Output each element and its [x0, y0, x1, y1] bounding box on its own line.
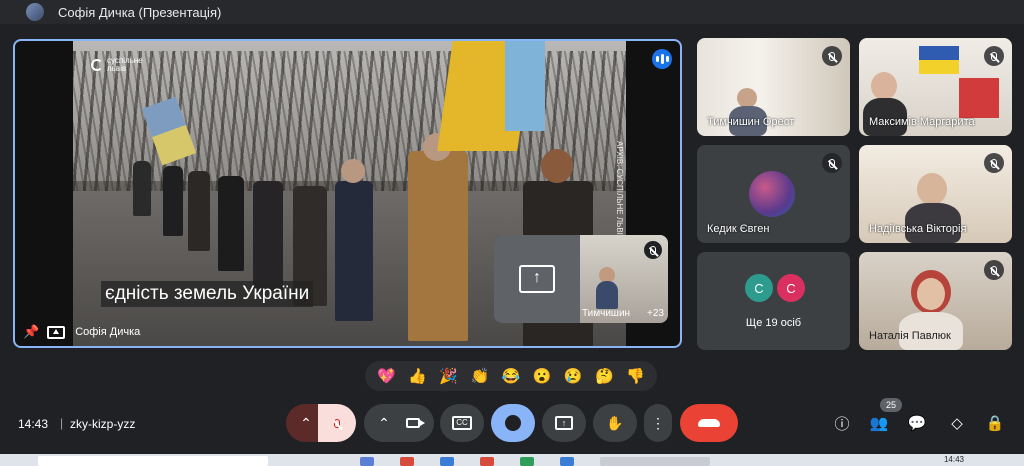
- ukrainian-flag-blue: [505, 41, 545, 131]
- captions-icon: CC: [452, 416, 472, 430]
- participant-avatar: С: [743, 272, 775, 304]
- lock-icon: 🔒: [985, 415, 1005, 432]
- participant-name: Тимчишин Орест: [707, 116, 795, 128]
- mic-off-icon: [644, 241, 662, 259]
- present-icon[interactable]: [47, 325, 66, 339]
- reactions-bar: 💖 👍 🎉 👏 😂 😮 😢 🤔 👎: [365, 361, 657, 391]
- speaking-indicator-icon: [652, 49, 672, 69]
- info-icon: ⓘ: [834, 415, 850, 433]
- bottom-bar: 14:43 | zky-kizp-yzz ⌃ ⌃ CC ↑ ✋ ⋮ ⓘ 👥 💬 …: [0, 400, 1024, 446]
- presenting-indicator: [494, 235, 580, 323]
- logo-icon: [91, 59, 103, 71]
- self-camera: Тимчишин +23: [580, 235, 668, 323]
- host-controls-button[interactable]: 🔒: [984, 412, 1006, 434]
- participant-name: Наталія Павлюк: [869, 330, 951, 342]
- mic-off-icon: [984, 46, 1004, 66]
- present-screen-button[interactable]: ↑: [542, 404, 586, 442]
- more-options-button[interactable]: ⋮: [644, 404, 672, 442]
- people-icon: 👥: [869, 415, 889, 432]
- participant-tile[interactable]: Надіївська Вікторія: [859, 145, 1012, 243]
- people-button[interactable]: 👥: [868, 412, 890, 434]
- shapes-icon: ◇: [951, 415, 963, 432]
- participant-name: Надіївська Вікторія: [869, 223, 967, 235]
- logo-text: суспільне львів: [107, 56, 143, 73]
- raise-hand-button[interactable]: ✋: [593, 404, 637, 442]
- more-participants-count: +23: [647, 308, 664, 319]
- presenter-avatar: [26, 3, 44, 21]
- reaction-thumbs-up[interactable]: 👍: [408, 367, 427, 385]
- mic-off-icon: [984, 260, 1004, 280]
- presenter-name: Софія Дичка: [75, 326, 141, 338]
- phone-icon: [698, 419, 720, 427]
- self-view-tile[interactable]: Тимчишин +23: [494, 235, 668, 323]
- more-vert-icon: ⋮: [651, 414, 665, 431]
- taskbar-search[interactable]: [38, 456, 268, 466]
- video-caption: єдність земель України: [101, 281, 314, 307]
- reaction-sad[interactable]: 😢: [564, 367, 583, 385]
- end-call-button[interactable]: [680, 404, 738, 442]
- flag-graphic: [919, 46, 959, 74]
- separator: |: [60, 416, 64, 430]
- mic-off-icon: [984, 153, 1004, 173]
- smile-icon: [505, 415, 521, 431]
- presentation-title: Софія Дичка (Презентація): [58, 4, 222, 20]
- mic-off-icon: [822, 46, 842, 66]
- reaction-thumbs-down[interactable]: 👎: [626, 367, 645, 385]
- camera-toggle-button[interactable]: ⌃: [364, 404, 434, 442]
- participant-tile[interactable]: Максимів Маргарита: [859, 38, 1012, 136]
- reaction-party[interactable]: 🎉: [439, 367, 458, 385]
- participant-tile[interactable]: Кедик Євген: [697, 145, 850, 243]
- hand-icon: ✋: [606, 414, 624, 431]
- reaction-surprised[interactable]: 😮: [533, 367, 552, 385]
- people-count-badge: 25: [880, 398, 902, 412]
- present-screen-icon: [519, 265, 555, 293]
- meeting-time: 14:43: [18, 417, 49, 431]
- participant-avatar: С: [775, 272, 807, 304]
- more-participants-tile[interactable]: С С Ще 19 осіб: [697, 252, 850, 350]
- camera-icon: [405, 418, 425, 428]
- participant-name: Кедик Євген: [707, 223, 770, 235]
- self-name: Тимчишин: [582, 308, 631, 319]
- reaction-thinking[interactable]: 🤔: [595, 367, 614, 385]
- chat-button[interactable]: 💬: [906, 412, 928, 434]
- participant-tile[interactable]: Тимчишин Орест: [697, 38, 850, 136]
- broadcaster-logo: суспільне львів: [91, 57, 143, 73]
- chevron-up-icon: ⌃: [300, 414, 312, 431]
- reaction-clap[interactable]: 👏: [471, 367, 490, 385]
- participant-tile[interactable]: Наталія Павлюк: [859, 252, 1012, 350]
- taskbar-clock: 14:43: [943, 455, 964, 464]
- activities-button[interactable]: ◇: [946, 412, 968, 434]
- top-bar: Софія Дичка (Презентація): [0, 0, 1024, 24]
- emoji-reactions-button[interactable]: [491, 404, 535, 442]
- more-participants-label: Ще 19 осіб: [745, 317, 802, 329]
- mic-off-icon: [822, 153, 842, 173]
- reaction-heart[interactable]: 💖: [377, 367, 396, 385]
- chevron-up-icon: ⌃: [378, 414, 390, 431]
- os-taskbar: 14:43: [0, 454, 1024, 466]
- participant-name: Максимів Маргарита: [869, 116, 975, 128]
- archive-watermark: АРХІВ: СУСПІЛЬНЕ ЛЬВІВ: [615, 141, 624, 241]
- present-icon: ↑: [555, 416, 573, 430]
- chat-icon: 💬: [907, 415, 927, 432]
- captions-button[interactable]: CC: [440, 404, 484, 442]
- mic-toggle-button[interactable]: [318, 404, 356, 442]
- pin-icon[interactable]: 📌: [23, 324, 39, 340]
- meeting-info-button[interactable]: ⓘ: [831, 412, 853, 434]
- mic-off-icon: [334, 418, 340, 428]
- reaction-laugh[interactable]: 😂: [502, 367, 521, 385]
- participant-avatar: [749, 171, 795, 217]
- meeting-code: zky-kizp-yzz: [70, 417, 136, 431]
